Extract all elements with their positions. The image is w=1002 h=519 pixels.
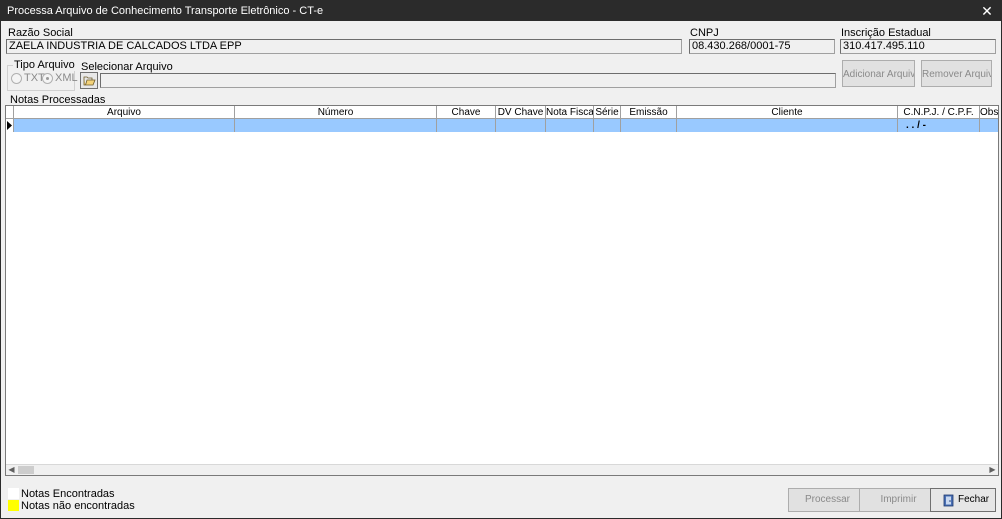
cell-observacao[interactable] <box>980 119 998 132</box>
folder-open-icon <box>83 75 96 90</box>
column-header-nota-fiscal[interactable]: Nota Fiscal <box>546 106 594 119</box>
horizontal-scrollbar[interactable]: ◀ ▶ <box>6 464 998 475</box>
cnpj-label: CNPJ <box>690 27 719 39</box>
cell-cnpj-cpf[interactable]: . . / - <box>898 119 980 132</box>
cell-nota-fiscal[interactable] <box>546 119 594 132</box>
inscricao-estadual-field[interactable]: 310.417.495.110 <box>840 39 996 54</box>
grid-header: Arquivo Número Chave DV Chave Nota Fisca… <box>6 106 998 119</box>
process-button[interactable]: Processar <box>788 488 867 512</box>
current-row-arrow-icon <box>7 121 12 130</box>
remove-file-button[interactable]: Remover Arquivo <box>921 60 992 87</box>
column-header-emissao[interactable]: Emissão <box>621 106 677 119</box>
column-header-cliente[interactable]: Cliente <box>677 106 898 119</box>
title-bar: Processa Arquivo de Conhecimento Transpo… <box>1 1 1001 21</box>
scroll-right-icon[interactable]: ▶ <box>987 465 998 475</box>
add-file-button[interactable]: Adicionar Arquivo <box>842 60 915 87</box>
xml-radio[interactable] <box>42 73 53 84</box>
razao-social-field[interactable]: ZAELA INDUSTRIA DE CALCADOS LTDA EPP <box>6 39 682 54</box>
found-legend-label: Notas Encontradas <box>21 488 115 500</box>
exit-door-icon <box>943 494 955 511</box>
txt-radio[interactable] <box>11 73 22 84</box>
cell-cliente[interactable] <box>677 119 898 132</box>
selected-file-field[interactable] <box>100 73 836 88</box>
close-button[interactable]: Fechar <box>930 488 996 512</box>
close-icon[interactable]: ✕ <box>973 1 1001 21</box>
inscricao-estadual-label: Inscrição Estadual <box>841 27 931 39</box>
row-indicator <box>6 119 14 132</box>
column-header-chave[interactable]: Chave <box>437 106 496 119</box>
column-header-serie[interactable]: Série <box>594 106 621 119</box>
razao-social-label: Razão Social <box>8 27 73 39</box>
file-type-label: Tipo Arquivo <box>13 59 76 71</box>
window-title: Processa Arquivo de Conhecimento Transpo… <box>7 5 324 17</box>
header-indicator <box>6 106 14 119</box>
cell-numero[interactable] <box>235 119 437 132</box>
cell-arquivo[interactable] <box>14 119 235 132</box>
column-header-observacao[interactable]: Observação <box>980 106 998 119</box>
column-header-arquivo[interactable]: Arquivo <box>14 106 235 119</box>
xml-radio-label: XML <box>55 72 78 84</box>
cell-serie[interactable] <box>594 119 621 132</box>
column-header-dv-chave[interactable]: DV Chave <box>496 106 546 119</box>
not-found-color-swatch <box>8 500 19 511</box>
cell-chave[interactable] <box>437 119 496 132</box>
found-color-swatch <box>8 488 19 499</box>
not-found-legend-label: Notas não encontradas <box>21 500 135 512</box>
cnpj-field[interactable]: 08.430.268/0001-75 <box>689 39 835 54</box>
close-button-label: Fechar <box>958 494 990 505</box>
scroll-left-icon[interactable]: ◀ <box>6 465 17 475</box>
open-file-button[interactable] <box>80 72 98 89</box>
dialog-window: Processa Arquivo de Conhecimento Transpo… <box>0 0 1002 519</box>
scrollbar-thumb[interactable] <box>18 466 34 474</box>
print-button[interactable]: Imprimir <box>859 488 938 512</box>
column-header-cnpj-cpf[interactable]: C.N.P.J. / C.P.F. <box>898 106 980 119</box>
processed-notes-grid[interactable]: Arquivo Número Chave DV Chave Nota Fisca… <box>5 105 999 476</box>
table-row[interactable]: . . / - <box>6 119 998 132</box>
cell-dv-chave[interactable] <box>496 119 546 132</box>
cell-emissao[interactable] <box>621 119 677 132</box>
column-header-numero[interactable]: Número <box>235 106 437 119</box>
